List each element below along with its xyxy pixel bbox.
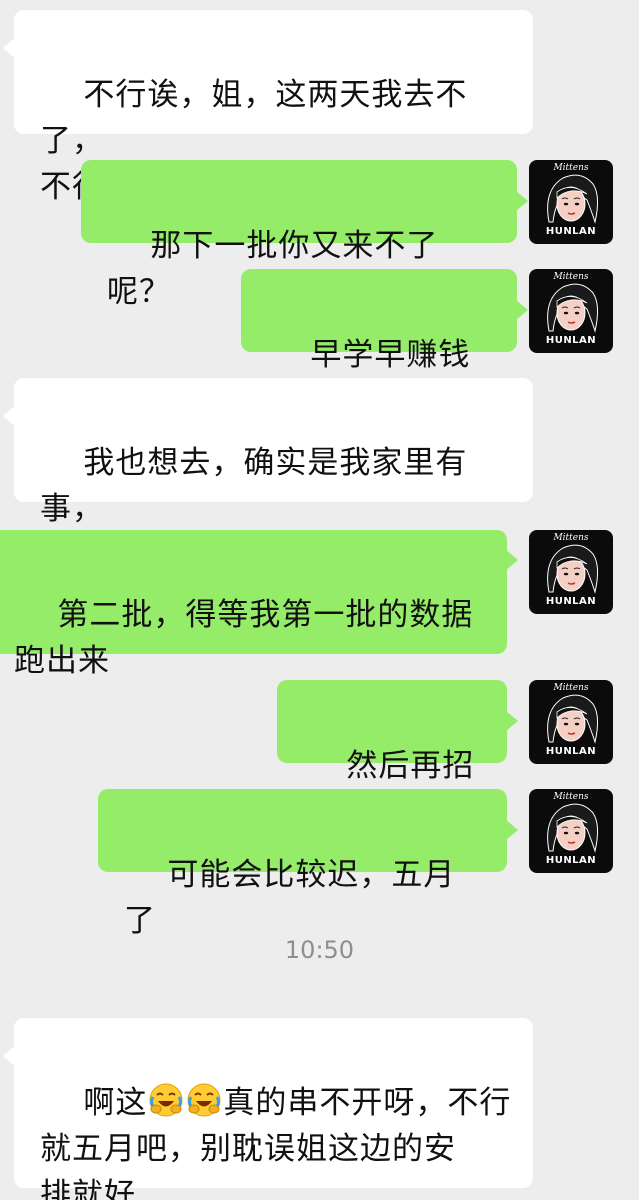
avatar-script-text: Mittens <box>553 163 589 173</box>
avatar-name-text: HUNLAN <box>545 226 597 237</box>
avatar-name-text: HUNLAN <box>545 855 597 866</box>
message-bubble-sent[interactable]: 第二批，得等我第一批的数据 跑出来 <box>0 530 518 679</box>
message-text: 第二批，得等我第一批的数据 跑出来 <box>14 597 474 679</box>
message-bubble-sent[interactable]: 那下一批你又来不了呢？ <box>81 160 528 310</box>
avatar[interactable]: Mittens HUNLAN <box>529 269 613 353</box>
avatar-script-text: Mittens <box>553 533 589 543</box>
message-bubble-received[interactable]: 不行诶，姐，这两天我去不了， 不行我赶下一批吧 <box>3 10 533 205</box>
avatar[interactable]: Mittens HUNLAN <box>529 530 613 614</box>
chat-window: 不行诶，姐，这两天我去不了， 不行我赶下一批吧 那下一批你又来不了呢？ Mitt… <box>0 0 639 1200</box>
message-bubble-sent[interactable]: 早学早赚钱啊 <box>241 269 528 419</box>
message-bubble-received[interactable]: 我也想去，确实是我家里有事， 下回必须得赶上啦 <box>3 378 533 573</box>
message-bubble-sent[interactable]: 可能会比较迟，五月了 <box>98 789 518 939</box>
message-text: 啊这 <box>83 1085 148 1121</box>
message-bubble-received[interactable]: 啊这 真的串不开呀，不行 就五月吧，别耽误姐这边的安 排就好 <box>3 1018 533 1200</box>
message-timestamp: 10:50 <box>284 936 355 964</box>
avatar-script-text: Mittens <box>553 272 589 282</box>
avatar[interactable]: Mittens HUNLAN <box>529 680 613 764</box>
avatar-name-text: HUNLAN <box>545 596 597 607</box>
avatar-name-text: HUNLAN <box>545 746 597 757</box>
avatar-script-text: Mittens <box>553 683 589 693</box>
message-bubble-sent[interactable]: 然后再招聘 <box>277 680 518 830</box>
avatar[interactable]: Mittens HUNLAN <box>529 160 613 244</box>
avatar-name-text: HUNLAN <box>545 335 597 346</box>
laughing-crying-emoji-icon <box>186 1082 222 1118</box>
message-text: 可能会比较迟，五月了 <box>124 857 456 939</box>
avatar[interactable]: Mittens HUNLAN <box>529 789 613 873</box>
avatar-script-text: Mittens <box>553 792 589 802</box>
laughing-crying-emoji-icon <box>148 1082 184 1118</box>
